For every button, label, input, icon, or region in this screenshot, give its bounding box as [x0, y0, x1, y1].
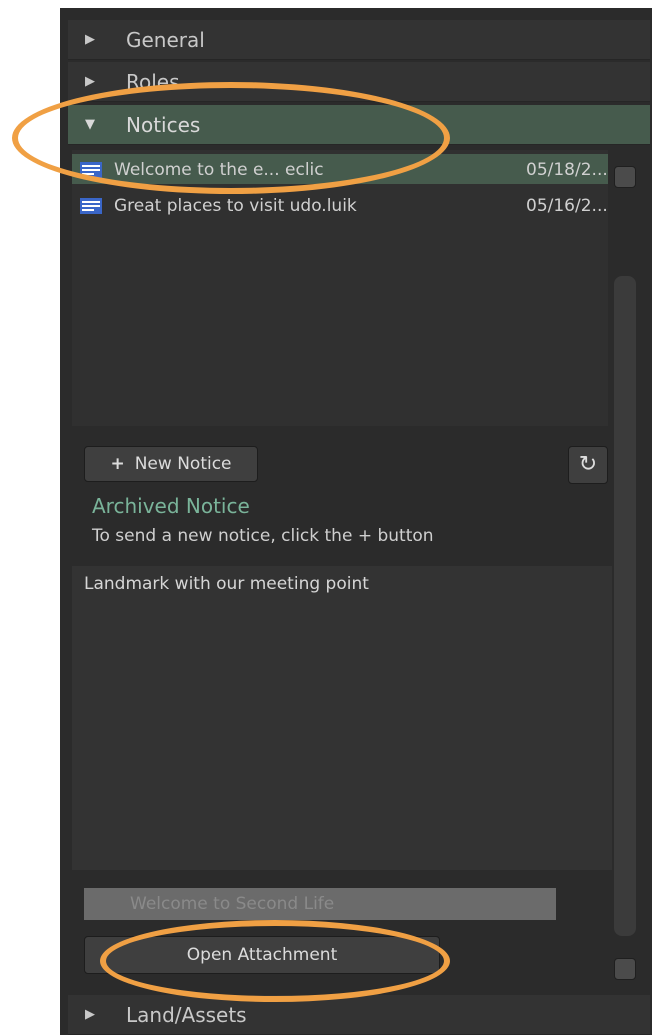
scrollbar-thumb[interactable]	[614, 276, 636, 936]
highlight-circle-notices	[12, 82, 450, 194]
new-notice-label: New Notice	[134, 454, 232, 474]
new-notice-button[interactable]: + New Notice	[84, 446, 258, 482]
notice-date: 05/16/2...	[526, 196, 608, 216]
triangle-right-icon: ▶	[85, 32, 95, 47]
refresh-button[interactable]: ↻	[568, 446, 608, 484]
triangle-right-icon: ▶	[85, 1007, 95, 1022]
notice-list[interactable]: Welcome to the e... eclic 05/18/2... Gre…	[72, 150, 608, 426]
section-land-assets-header[interactable]: ▶ Land/Assets	[68, 995, 650, 1035]
notice-message-text: Landmark with our meeting point	[84, 574, 369, 594]
notice-icon	[80, 198, 102, 214]
plus-icon: +	[110, 454, 125, 474]
notice-subject: Great places to visit udo.luik	[114, 196, 357, 216]
scroll-up-button[interactable]	[614, 166, 636, 188]
notice-row[interactable]: Great places to visit udo.luik 05/16/2..…	[72, 190, 608, 220]
archived-notice-hint: To send a new notice, click the + button	[92, 526, 434, 546]
attachment-name-field: Welcome to Second Life	[84, 888, 556, 920]
archived-notice-title: Archived Notice	[92, 494, 250, 518]
section-general-label: General	[126, 28, 205, 52]
scroll-down-button[interactable]	[614, 958, 636, 980]
section-general-header[interactable]: ▶ General	[68, 20, 650, 60]
section-land-assets-label: Land/Assets	[126, 1003, 247, 1027]
refresh-icon: ↻	[578, 452, 598, 477]
notice-date: 05/18/2...	[526, 160, 608, 180]
highlight-circle-open-attachment	[100, 920, 450, 1002]
notice-message-box[interactable]: Landmark with our meeting point	[72, 566, 612, 870]
